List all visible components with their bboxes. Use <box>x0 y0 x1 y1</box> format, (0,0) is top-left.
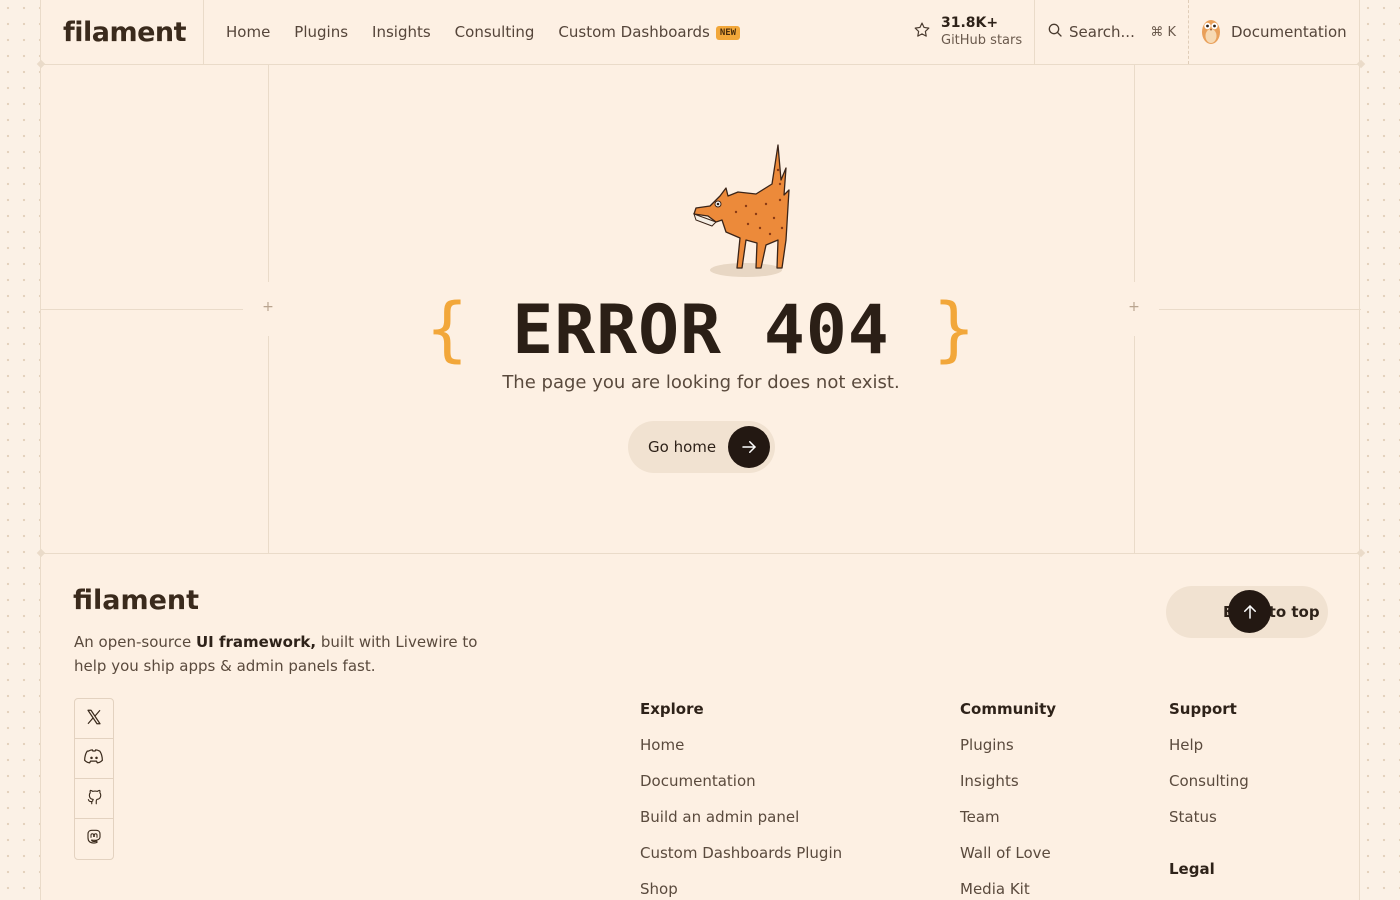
nav-home[interactable]: Home <box>226 23 270 41</box>
new-badge: NEW <box>715 25 741 40</box>
footer-link-consulting[interactable]: Consulting <box>1169 772 1249 808</box>
corner-marker <box>36 548 46 558</box>
footer-community-column: Community Plugins Insights Team Wall of … <box>960 700 1056 900</box>
error-subtitle: The page you are looking for does not ex… <box>502 372 900 393</box>
documentation-label: Documentation <box>1231 23 1347 41</box>
owl-icon <box>1199 14 1223 50</box>
social-links <box>74 698 114 860</box>
github-link[interactable] <box>75 779 113 819</box>
footer-link-plugins[interactable]: Plugins <box>960 736 1056 772</box>
footer-link-insights[interactable]: Insights <box>960 772 1056 808</box>
footer-divider <box>41 553 1361 554</box>
tagline-bold: UI framework, <box>195 633 317 651</box>
close-brace-icon: } <box>931 288 978 370</box>
filament-logo[interactable]: filament <box>41 0 204 64</box>
footer-link-team[interactable]: Team <box>960 808 1056 844</box>
footer-explore-column: Explore Home Documentation Build an admi… <box>640 700 842 900</box>
grid-line-right <box>1134 65 1135 282</box>
footer-link-media-kit[interactable]: Media Kit <box>960 880 1056 900</box>
discord-icon <box>84 748 104 770</box>
arrow-up-icon <box>1228 590 1271 633</box>
search-placeholder: Search... <box>1069 23 1135 41</box>
footer-link-build-admin-panel[interactable]: Build an admin panel <box>640 808 842 844</box>
search-button[interactable]: Search... ⌘ K <box>1034 0 1189 64</box>
footer-link-status[interactable]: Status <box>1169 808 1249 844</box>
main-nav: Home Plugins Insights Consulting Custom … <box>204 0 764 64</box>
nav-plugins[interactable]: Plugins <box>294 23 348 41</box>
mastodon-icon <box>85 828 103 850</box>
back-to-top-button[interactable]: Back to top <box>1166 586 1328 638</box>
footer-link-custom-dashboards-plugin[interactable]: Custom Dashboards Plugin <box>640 844 842 880</box>
nav-insights[interactable]: Insights <box>372 23 431 41</box>
search-shortcut: ⌘ K <box>1150 24 1176 40</box>
explore-heading: Explore <box>640 700 704 718</box>
footer-logo[interactable]: filament <box>73 585 199 616</box>
footer-link-documentation[interactable]: Documentation <box>640 772 842 808</box>
star-icon <box>913 21 931 43</box>
github-stars[interactable]: 31.8K+ GitHub stars <box>913 0 1034 64</box>
stars-label: GitHub stars <box>941 32 1023 48</box>
discord-link[interactable] <box>75 739 113 779</box>
documentation-link[interactable]: Documentation <box>1199 0 1347 64</box>
footer-link-help[interactable]: Help <box>1169 736 1249 772</box>
search-icon <box>1047 22 1063 42</box>
footer-link-wall-of-love[interactable]: Wall of Love <box>960 844 1056 880</box>
footer-tagline: An open-source UI framework, built with … <box>74 630 494 678</box>
footer-link-home[interactable]: Home <box>640 736 842 772</box>
go-home-label: Go home <box>648 438 717 456</box>
legal-heading: Legal <box>1169 860 1215 878</box>
mastodon-link[interactable] <box>75 819 113 859</box>
community-heading: Community <box>960 700 1057 718</box>
error-title: { ERROR 404 } <box>41 288 1361 370</box>
grid-line-left <box>268 65 269 282</box>
open-brace-icon: { <box>424 288 471 370</box>
footer-link-shop[interactable]: Shop <box>640 880 842 900</box>
corner-marker <box>1356 59 1366 69</box>
corner-marker <box>1356 548 1366 558</box>
error-title-text: ERROR 404 <box>512 291 890 370</box>
footer-support-column: Support Help Consulting Status Legal <box>1169 700 1249 896</box>
tagline-pre: An open-source <box>74 633 196 651</box>
nav-consulting[interactable]: Consulting <box>455 23 535 41</box>
spiky-dog-illustration <box>686 140 801 285</box>
github-icon <box>85 788 103 810</box>
nav-custom-dashboards[interactable]: Custom Dashboards NEW <box>558 23 741 41</box>
x-link[interactable] <box>75 699 113 739</box>
arrow-right-icon <box>728 426 770 468</box>
top-header: filament Home Plugins Insights Consultin… <box>41 0 1361 65</box>
support-heading: Support <box>1169 700 1237 718</box>
nav-custom-dashboards-label: Custom Dashboards <box>558 23 710 41</box>
stars-count: 31.8K+ <box>941 15 999 32</box>
x-icon <box>85 708 103 730</box>
go-home-button[interactable]: Go home <box>628 421 775 473</box>
page-frame: filament Home Plugins Insights Consultin… <box>36 0 1366 900</box>
